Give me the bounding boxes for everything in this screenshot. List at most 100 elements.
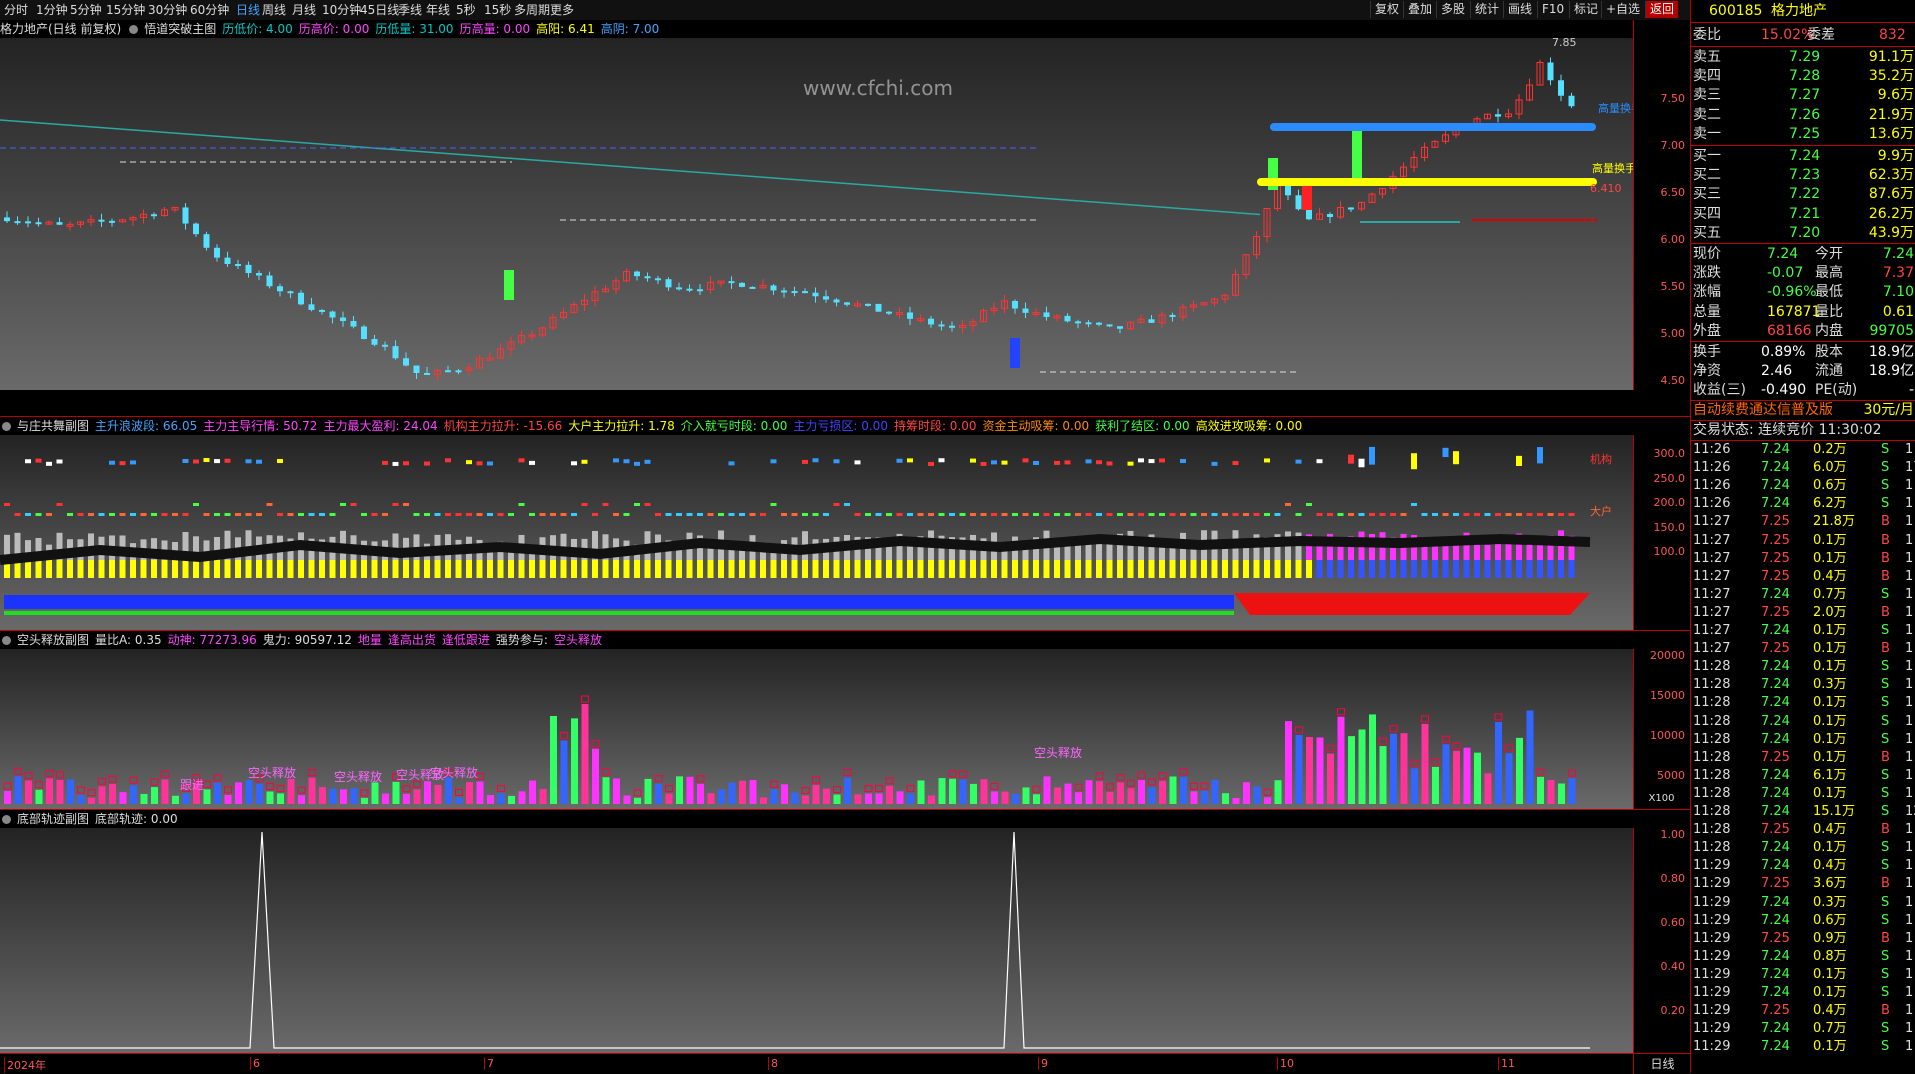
- volume-bar: [781, 784, 788, 804]
- period-tab[interactable]: 年线: [426, 2, 450, 18]
- signal-dot: [928, 513, 934, 516]
- period-tab[interactable]: 多周期: [514, 2, 550, 18]
- period-tab[interactable]: 10分钟: [322, 2, 361, 18]
- tick-field: 0.4万: [1813, 858, 1847, 874]
- signal-dot: [571, 461, 577, 466]
- volume-outline: [1200, 782, 1209, 790]
- dance-bar-low: [508, 560, 514, 578]
- signal-dot: [613, 513, 619, 516]
- indicator-name[interactable]: 悟道突破主图: [144, 22, 216, 36]
- signal-dot: [707, 513, 714, 516]
- indicator-toggle-icon[interactable]: [129, 25, 139, 34]
- tick-field: 1: [1905, 858, 1914, 874]
- tick-field: 7.25: [1761, 1003, 1790, 1019]
- dance-bar-low: [1369, 560, 1375, 578]
- signal-dot: [802, 459, 808, 464]
- period-tab[interactable]: 15秒: [484, 2, 511, 18]
- period-tab[interactable]: 30分钟: [148, 2, 187, 18]
- volume-bar: [529, 780, 536, 804]
- signal-dot: [686, 513, 693, 516]
- signal-dot: [959, 513, 966, 516]
- signal-dot: [382, 513, 388, 516]
- toolbar-button[interactable]: 统计: [1470, 1, 1503, 18]
- bid-row[interactable]: 买四 7.21 26.2万: [1691, 205, 1915, 224]
- bid-row[interactable]: 买三 7.22 87.6万: [1691, 185, 1915, 204]
- dance-bar-low: [1106, 560, 1113, 578]
- sub1-title[interactable]: 与庄共舞副图: [17, 419, 89, 433]
- volume-bar: [203, 789, 211, 804]
- toolbar-button[interactable]: 复权: [1370, 1, 1403, 18]
- trade-state: 交易状态: 连续竞价 11:30:02: [1691, 421, 1915, 440]
- toolbar-button[interactable]: 叠加: [1403, 1, 1436, 18]
- volume-bar: [1526, 710, 1534, 804]
- dance-bar-low: [718, 560, 724, 578]
- bottom-track-chart[interactable]: [0, 828, 1633, 1053]
- level-volume: 13.6万: [1868, 125, 1914, 142]
- period-tab[interactable]: 月线: [292, 2, 316, 18]
- toolbar-button[interactable]: 多股: [1436, 1, 1469, 18]
- signal-dot: [361, 513, 367, 516]
- signal-dot: [529, 513, 535, 516]
- candle-body: [392, 346, 399, 359]
- volume-release-chart[interactable]: 空头释放 空头释放 空头释放空头释放空头释放跟进: [0, 649, 1633, 809]
- ask-row[interactable]: 卖四 7.28 35.2万: [1691, 67, 1915, 86]
- period-tab[interactable]: 5分钟: [70, 2, 102, 18]
- period-tab[interactable]: 季线: [398, 2, 422, 18]
- sub2-toggle-icon[interactable]: [2, 636, 11, 645]
- period-tab[interactable]: 1分钟: [36, 2, 68, 18]
- volume-bar: [644, 778, 652, 804]
- level-label: 卖一: [1693, 125, 1721, 142]
- bid-row[interactable]: 买一 7.24 9.9万: [1691, 147, 1915, 166]
- dance-bar-low: [1274, 560, 1281, 578]
- toolbar-button[interactable]: F10: [1537, 1, 1568, 18]
- signal-dot: [382, 460, 388, 465]
- period-tab[interactable]: 5秒: [456, 2, 476, 18]
- candle-body: [403, 358, 409, 366]
- toolbar-button[interactable]: +自选: [1601, 1, 1644, 18]
- volume-bar: [256, 783, 263, 804]
- volume-outline: [14, 767, 22, 775]
- volume-bar: [728, 782, 736, 804]
- bid-row[interactable]: 买二 7.23 62.3万: [1691, 166, 1915, 185]
- period-tab[interactable]: 更多: [550, 2, 574, 18]
- period-label[interactable]: 日线: [1633, 1053, 1691, 1074]
- sub3-toggle-icon[interactable]: [2, 815, 11, 824]
- signal-dot: [1547, 513, 1554, 516]
- sub1-toggle-icon[interactable]: [2, 422, 11, 431]
- dance-bar-low: [350, 560, 357, 578]
- period-tab[interactable]: 45日线: [360, 2, 399, 18]
- promo-row[interactable]: 自动续费通达信普及版 30元/月: [1691, 401, 1915, 420]
- signal-dot: [455, 513, 462, 516]
- toolbar-button[interactable]: 画线: [1503, 1, 1536, 18]
- ask-row[interactable]: 卖一 7.25 13.6万: [1691, 125, 1915, 144]
- tick-field: B: [1881, 568, 1890, 584]
- volume-bar: [1516, 737, 1523, 804]
- volume-bar: [1547, 779, 1555, 804]
- date-tick: 2024年: [4, 1057, 46, 1073]
- sub2-title[interactable]: 空头释放副图: [17, 633, 89, 647]
- signal-dot: [1453, 451, 1459, 465]
- ask-row[interactable]: 卖二 7.26 21.9万: [1691, 106, 1915, 125]
- period-tab[interactable]: 周线: [262, 2, 286, 18]
- period-tab[interactable]: 15分钟: [106, 2, 145, 18]
- sub3-title[interactable]: 底部轨迹副图: [17, 812, 89, 826]
- tick-row: 11:28 7.24 0.1万 S 1: [1691, 785, 1915, 803]
- period-tab[interactable]: 日线: [236, 2, 260, 18]
- toolbar-button[interactable]: 返回: [1645, 1, 1679, 18]
- ask-row[interactable]: 卖三 7.27 9.6万: [1691, 86, 1915, 105]
- tick-field: 11:27: [1693, 532, 1731, 548]
- tick-field: 0.1万: [1813, 659, 1847, 675]
- dance-indicator-chart[interactable]: 机构大户: [0, 435, 1633, 630]
- dance-bar-low: [497, 560, 504, 578]
- period-tab[interactable]: 分时: [4, 2, 28, 18]
- dance-bar-low: [949, 560, 955, 578]
- bid-row[interactable]: 买五 7.20 43.9万: [1691, 224, 1915, 243]
- tick-field: 11:27: [1693, 514, 1731, 530]
- tick-row: 11:27 7.24 0.1万 S 1: [1691, 622, 1915, 640]
- stat-field: -: [1908, 382, 1914, 399]
- tick-field: 7.25: [1761, 604, 1790, 620]
- period-tab[interactable]: 60分钟: [190, 2, 229, 18]
- tick-field: 11:28: [1693, 677, 1731, 693]
- toolbar-button[interactable]: 标记: [1569, 1, 1602, 18]
- ask-row[interactable]: 卖五 7.29 91.1万: [1691, 48, 1915, 67]
